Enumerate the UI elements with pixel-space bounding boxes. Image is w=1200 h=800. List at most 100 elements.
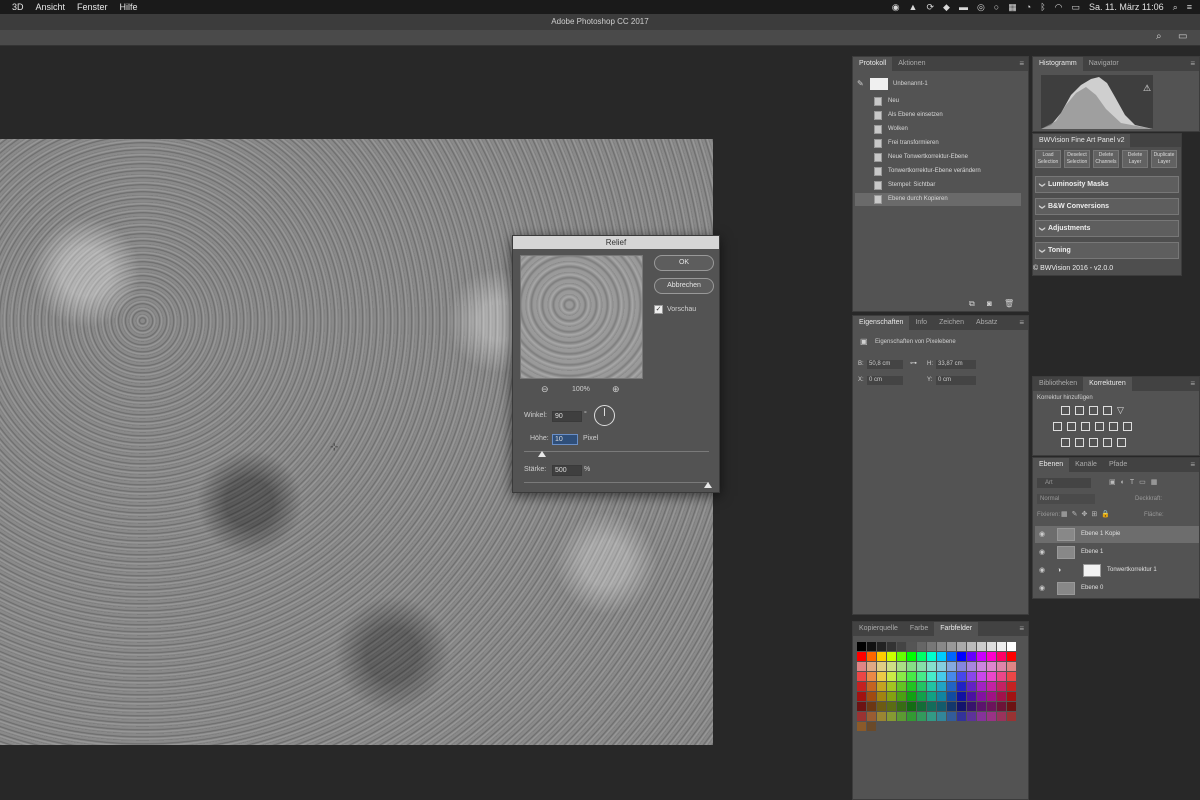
color-swatch[interactable]	[957, 672, 966, 681]
circle-icon[interactable]: ○	[994, 2, 999, 12]
color-swatch[interactable]	[967, 712, 976, 721]
color-swatch[interactable]	[927, 662, 936, 671]
lock-icons[interactable]: ▦✎✥⊞🔒	[1061, 510, 1114, 518]
color-swatch[interactable]	[907, 662, 916, 671]
color-swatch[interactable]	[957, 722, 966, 731]
layer-filter-icons[interactable]: ▣◐T▭▦	[1109, 478, 1162, 486]
color-swatch[interactable]	[987, 652, 996, 661]
visibility-eye-icon[interactable]: ◉	[1039, 562, 1045, 579]
dash-icon[interactable]: ▬	[959, 2, 968, 12]
trash-icon[interactable]: 🗑	[1004, 299, 1014, 308]
battery-icon[interactable]: ▭	[1071, 2, 1080, 13]
color-swatch[interactable]	[907, 692, 916, 701]
color-swatch[interactable]	[977, 662, 986, 671]
zoom-in-icon[interactable]: ⊕	[612, 384, 620, 395]
clock-datetime[interactable]: Sa. 11. März 11:06	[1089, 2, 1164, 12]
photo-filter-icon[interactable]	[1095, 422, 1104, 431]
color-swatch[interactable]	[927, 642, 936, 651]
color-swatch[interactable]	[977, 672, 986, 681]
eye-icon[interactable]: ◎	[977, 2, 985, 13]
menu-ansicht[interactable]: Ansicht	[36, 2, 66, 12]
color-swatch[interactable]	[967, 652, 976, 661]
color-swatch[interactable]	[977, 692, 986, 701]
color-lookup-icon[interactable]	[1123, 422, 1132, 431]
layer-row[interactable]: ◉ ◑ Tonwertkorrektur 1	[1035, 562, 1199, 579]
tab-bibliotheken[interactable]: Bibliotheken	[1033, 377, 1083, 391]
filter-preview[interactable]	[520, 255, 643, 379]
tab-protokoll[interactable]: Protokoll	[853, 57, 893, 71]
history-item[interactable]: Tonwertkorrektur-Ebene verändern	[855, 165, 1021, 178]
color-swatch[interactable]	[867, 652, 876, 661]
threshold-icon[interactable]	[1089, 438, 1098, 447]
color-swatch[interactable]	[887, 682, 896, 691]
record-icon[interactable]: ◉	[892, 2, 900, 13]
tab-farbfelder[interactable]: Farbfelder	[934, 622, 979, 636]
levels-icon[interactable]	[1075, 406, 1084, 415]
color-swatch[interactable]	[977, 682, 986, 691]
color-swatch[interactable]	[1007, 672, 1016, 681]
color-swatch[interactable]	[857, 692, 866, 701]
menu-hilfe[interactable]: Hilfe	[120, 2, 138, 12]
color-swatch[interactable]	[997, 722, 1006, 731]
color-swatch[interactable]	[947, 712, 956, 721]
color-swatch[interactable]	[987, 662, 996, 671]
grid-icon[interactable]: ▦	[1008, 2, 1017, 13]
history-item[interactable]: Wolken	[855, 123, 1021, 136]
color-swatch[interactable]	[897, 702, 906, 711]
color-swatch[interactable]	[857, 642, 866, 651]
y-input[interactable]: 0 cm	[936, 376, 976, 385]
tab-ebenen[interactable]: Ebenen	[1033, 458, 1070, 472]
channel-mixer-icon[interactable]	[1109, 422, 1118, 431]
clock-icon[interactable]: ◔	[1026, 2, 1031, 12]
color-swatch[interactable]	[1007, 722, 1016, 731]
color-swatch[interactable]	[917, 652, 926, 661]
color-swatch[interactable]	[927, 722, 936, 731]
warning-icon[interactable]: ⚠	[1143, 83, 1151, 94]
color-swatch[interactable]	[897, 712, 906, 721]
color-swatch[interactable]	[977, 702, 986, 711]
tab-aktionen[interactable]: Aktionen	[892, 57, 931, 71]
color-swatch[interactable]	[967, 702, 976, 711]
color-swatch[interactable]	[937, 712, 946, 721]
color-swatch[interactable]	[917, 702, 926, 711]
color-swatch[interactable]	[887, 642, 896, 651]
height-slider-track[interactable]	[524, 451, 709, 452]
color-swatch[interactable]	[927, 682, 936, 691]
link-icon[interactable]: ⊶	[910, 359, 917, 367]
color-swatch[interactable]	[967, 642, 976, 651]
black-white-icon[interactable]	[1081, 422, 1090, 431]
color-swatch[interactable]	[907, 652, 916, 661]
color-swatch[interactable]	[1007, 662, 1016, 671]
color-swatch[interactable]	[937, 662, 946, 671]
panel-menu-icon[interactable]: ≡	[1013, 622, 1028, 636]
history-item[interactable]: Frei transformieren	[855, 137, 1021, 150]
color-swatch[interactable]	[907, 672, 916, 681]
color-swatch[interactable]	[1007, 642, 1016, 651]
color-swatch[interactable]	[897, 682, 906, 691]
load-selection-button[interactable]: Load Selection	[1035, 150, 1061, 168]
color-swatch[interactable]	[907, 722, 916, 731]
color-swatch[interactable]	[917, 662, 926, 671]
color-swatch[interactable]	[967, 662, 976, 671]
color-swatch[interactable]	[907, 712, 916, 721]
color-swatch[interactable]	[937, 672, 946, 681]
color-swatch[interactable]	[987, 692, 996, 701]
sync-icon[interactable]: ⟳	[926, 2, 934, 13]
color-swatch[interactable]	[917, 682, 926, 691]
height-field-input[interactable]: 33,87 cm	[936, 360, 976, 369]
color-swatch[interactable]	[997, 682, 1006, 691]
history-item[interactable]: Neu	[855, 95, 1021, 108]
color-swatch[interactable]	[937, 702, 946, 711]
tab-kopierquelle[interactable]: Kopierquelle	[853, 622, 904, 636]
panel-menu-icon[interactable]: ≡	[1184, 458, 1199, 472]
color-swatch[interactable]	[937, 682, 946, 691]
color-swatch[interactable]	[877, 672, 886, 681]
gradient-map-icon[interactable]	[1117, 438, 1126, 447]
color-swatch[interactable]	[977, 652, 986, 661]
color-swatch[interactable]	[987, 682, 996, 691]
color-swatch[interactable]	[897, 662, 906, 671]
preview-checkbox[interactable]: ✓	[654, 305, 663, 314]
color-swatch[interactable]	[877, 692, 886, 701]
color-swatch[interactable]	[867, 702, 876, 711]
hue-saturation-icon[interactable]	[1053, 422, 1062, 431]
